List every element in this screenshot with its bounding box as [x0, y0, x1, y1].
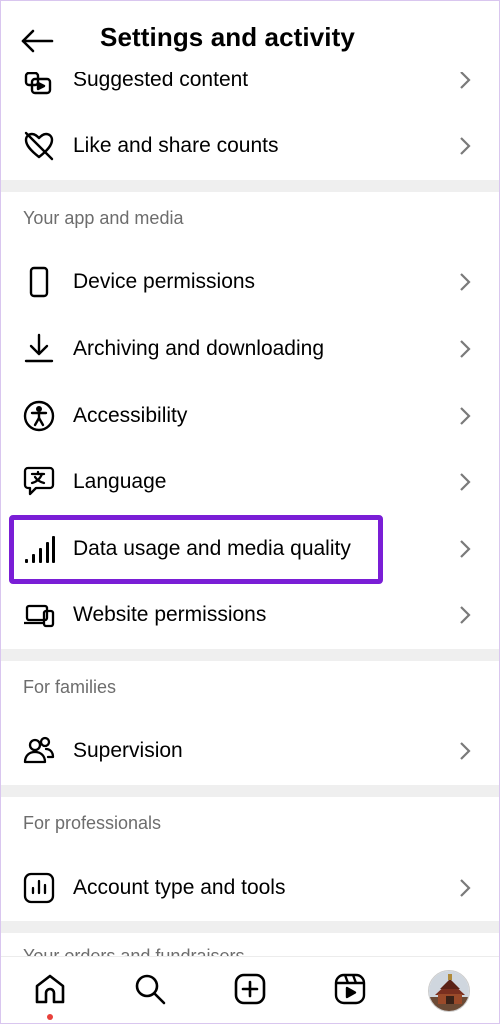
chevron-right-icon: [460, 340, 471, 358]
arrow-left-icon: [21, 29, 54, 53]
row-label: Supervision: [73, 739, 183, 762]
create-icon: [234, 973, 266, 1005]
nav-home[interactable]: [32, 971, 68, 1007]
nav-search[interactable]: [132, 971, 168, 1007]
people-icon: [22, 734, 56, 768]
row-label: Accessibility: [73, 404, 188, 427]
row-language[interactable]: Language: [0, 449, 500, 515]
section-divider: [0, 921, 500, 933]
row-account-type-tools[interactable]: Account type and tools: [0, 855, 500, 921]
chevron-right-icon: [460, 606, 471, 624]
row-label: Language: [73, 470, 167, 493]
chevron-right-icon: [460, 473, 471, 491]
reels-icon: [334, 973, 366, 1005]
chart-icon: [22, 871, 56, 905]
row-label: Like and share counts: [73, 134, 279, 157]
row-label: Account type and tools: [73, 876, 286, 899]
top-bar: Settings and activity: [0, 0, 500, 72]
search-icon: [135, 974, 166, 1005]
chevron-right-icon: [460, 273, 471, 291]
row-website-permissions[interactable]: Website permissions: [0, 582, 500, 648]
section-title-families: For families: [23, 677, 117, 697]
home-icon: [35, 974, 65, 1004]
row-accessibility[interactable]: Accessibility: [0, 383, 500, 449]
language-icon: [22, 465, 56, 499]
section-divider: [0, 785, 500, 797]
section-title-app-media: Your app and media: [23, 208, 184, 228]
section-title-professionals: For professionals: [23, 813, 162, 833]
chevron-right-icon: [460, 407, 471, 425]
chevron-right-icon: [460, 71, 471, 89]
accessibility-icon: [22, 399, 56, 433]
row-label: Device permissions: [73, 270, 256, 293]
chevron-right-icon: [460, 137, 471, 155]
chevron-right-icon: [460, 742, 471, 760]
section-divider: [0, 649, 500, 661]
highlight-box: [9, 515, 383, 584]
row-supervision[interactable]: Supervision: [0, 718, 500, 784]
row-label: Website permissions: [73, 603, 267, 626]
notification-dot: [47, 1014, 53, 1020]
section-divider: [0, 180, 500, 192]
back-button[interactable]: [20, 24, 60, 58]
nav-reels[interactable]: [332, 971, 368, 1007]
nav-create[interactable]: [232, 971, 268, 1007]
profile-avatar[interactable]: [428, 970, 470, 1012]
row-archiving-downloading[interactable]: Archiving and downloading: [0, 316, 500, 382]
laptop-phone-icon: [22, 598, 56, 632]
chevron-right-icon: [460, 540, 471, 558]
page-title: Settings and activity: [100, 22, 355, 52]
hidden-likes-icon: [22, 129, 56, 163]
bottom-nav: [0, 956, 500, 1024]
phone-icon: [22, 265, 56, 299]
row-label: Archiving and downloading: [73, 337, 325, 360]
row-like-share-counts[interactable]: Like and share counts: [0, 113, 500, 179]
download-icon: [22, 332, 56, 366]
chevron-right-icon: [460, 879, 471, 897]
settings-list: Suggested content Like and share counts …: [0, 0, 500, 960]
row-device-permissions[interactable]: Device permissions: [0, 249, 500, 315]
